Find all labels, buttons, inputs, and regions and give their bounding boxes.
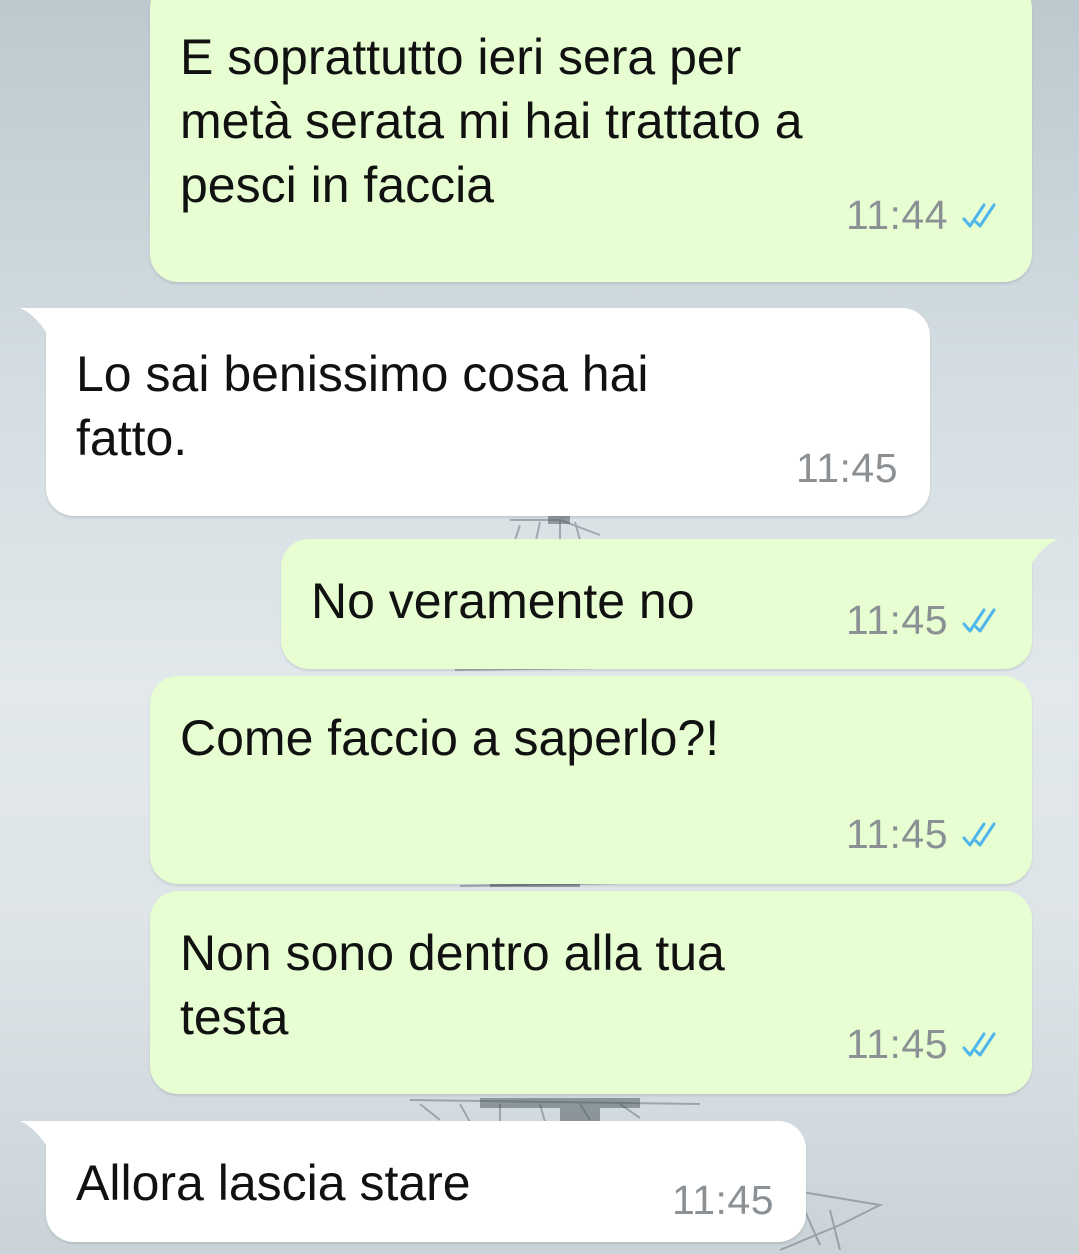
message-meta: 11:45 (846, 597, 1004, 644)
message-text: Come faccio a saperlo?! (180, 710, 720, 766)
message-time: 11:45 (845, 597, 948, 643)
message-meta: 11:45 (672, 1177, 774, 1224)
outgoing-message-bubble[interactable]: No veramente no 11:45 (281, 539, 1058, 669)
message-meta: 11:45 (846, 1021, 1004, 1068)
message-text: Non sono dentro alla tua testa (180, 925, 725, 1045)
bubble-tail (20, 308, 60, 338)
bubble-tail (1018, 539, 1058, 569)
incoming-message-bubble[interactable]: Allora lascia stare 11:45 (20, 1121, 806, 1242)
message-meta: 11:45 (846, 811, 1004, 858)
read-double-check-icon (962, 1032, 996, 1056)
message-time: 11:45 (671, 1177, 774, 1223)
bubble-tail (20, 1121, 60, 1151)
message-meta: 11:45 (796, 445, 898, 492)
outgoing-message-bubble[interactable]: Come faccio a saperlo?! 11:45 (150, 676, 1032, 884)
read-double-check-icon (962, 822, 996, 846)
message-meta: 11:44 (846, 192, 1004, 239)
incoming-message-bubble[interactable]: Lo sai benissimo cosa hai fatto. 11:45 (20, 308, 930, 516)
message-text: Lo sai benissimo cosa hai fatto. (76, 346, 649, 466)
message-time: 11:45 (795, 445, 898, 491)
read-double-check-icon (962, 608, 996, 632)
read-double-check-icon (962, 203, 996, 227)
message-time: 11:45 (845, 811, 948, 857)
message-text: No veramente no (311, 573, 695, 629)
outgoing-message-bubble[interactable]: E soprattutto ieri sera per metà serata … (150, 0, 1032, 282)
message-text: E soprattutto ieri sera per metà serata … (180, 29, 803, 213)
message-text: Allora lascia stare (76, 1155, 471, 1211)
message-time: 11:44 (845, 192, 948, 238)
message-time: 11:45 (845, 1021, 948, 1067)
outgoing-message-bubble[interactable]: Non sono dentro alla tua testa 11:45 (150, 891, 1032, 1094)
